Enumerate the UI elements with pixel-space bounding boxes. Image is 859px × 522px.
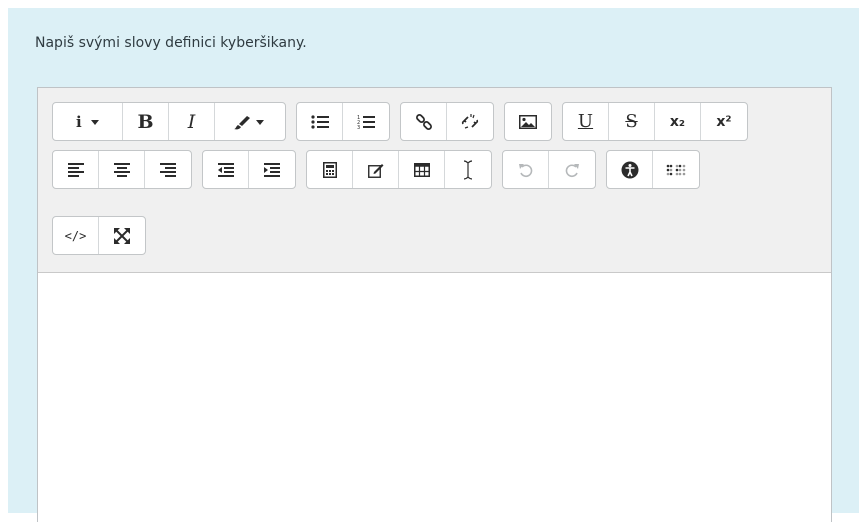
question-panel: Napiš svými slovy definici kyberšikany. … — [8, 8, 859, 522]
outdent-icon — [217, 162, 234, 177]
undo-button[interactable] — [503, 151, 549, 188]
group-image — [504, 102, 552, 141]
bullet-list-button[interactable] — [297, 103, 343, 140]
unlink-icon — [461, 113, 479, 131]
braille-button[interactable] — [653, 151, 699, 188]
svg-text:3: 3 — [357, 125, 360, 130]
group-style: i B I — [52, 102, 286, 141]
accessibility-checker-button[interactable] — [607, 151, 653, 188]
info-icon: i — [73, 115, 103, 129]
insert-image-button[interactable] — [505, 103, 551, 140]
align-center-icon — [113, 162, 130, 177]
unlink-button[interactable] — [447, 103, 493, 140]
paragraph-style-button[interactable]: i — [53, 103, 123, 140]
group-align — [52, 150, 192, 189]
group-misc: </> — [52, 216, 146, 255]
group-format: U S x₂ x² — [562, 102, 748, 141]
expand-icon — [114, 227, 130, 244]
redo-button[interactable] — [549, 151, 595, 188]
table-button[interactable] — [399, 151, 445, 188]
text-cursor-icon — [463, 159, 473, 180]
question-text: Napiš svými slovy definici kyberšikany. — [35, 35, 307, 51]
braille-icon — [666, 164, 686, 176]
accessibility-icon — [621, 161, 639, 179]
pencil-square-icon — [367, 162, 384, 178]
align-left-button[interactable] — [53, 151, 99, 188]
group-history — [502, 150, 596, 189]
unordered-list-icon — [310, 114, 329, 129]
align-right-button[interactable] — [145, 151, 191, 188]
outdent-button[interactable] — [203, 151, 249, 188]
fullscreen-button[interactable] — [99, 217, 145, 254]
toolbar-row-3: </> — [52, 216, 156, 255]
html-source-button[interactable]: </> — [53, 217, 99, 254]
superscript-button[interactable]: x² — [701, 103, 747, 140]
bold-button[interactable]: B — [123, 103, 169, 140]
editor-content-area[interactable] — [38, 273, 831, 522]
cursor-button[interactable] — [445, 151, 491, 188]
align-left-icon — [67, 162, 84, 177]
image-icon — [519, 114, 537, 129]
svg-text:i: i — [76, 115, 82, 129]
group-accessibility — [606, 150, 700, 189]
edit-button[interactable] — [353, 151, 399, 188]
group-insert — [306, 150, 492, 189]
indent-icon — [264, 162, 280, 177]
rich-text-editor: i B I 1 2 3 U S x₂ x² </> — [37, 87, 832, 522]
link-icon — [415, 113, 433, 131]
subscript-button[interactable]: x₂ — [655, 103, 701, 140]
link-button[interactable] — [401, 103, 447, 140]
align-right-icon — [160, 162, 176, 177]
group-lists: 1 2 3 — [296, 102, 390, 141]
numbered-list-button[interactable]: 1 2 3 — [343, 103, 389, 140]
italic-button[interactable]: I — [169, 103, 215, 140]
editor-toolbar: i B I 1 2 3 U S x₂ x² </> — [38, 88, 831, 273]
underline-button[interactable]: U — [563, 103, 609, 140]
align-center-button[interactable] — [99, 151, 145, 188]
calculator-icon — [322, 161, 337, 178]
table-icon — [413, 162, 430, 177]
text-color-button[interactable] — [215, 103, 285, 140]
indent-button[interactable] — [249, 151, 295, 188]
equation-button[interactable] — [307, 151, 353, 188]
undo-icon — [518, 162, 534, 178]
paint-brush-icon — [233, 114, 267, 130]
redo-icon — [564, 162, 580, 178]
toolbar-row-2 — [52, 150, 710, 189]
group-links — [400, 102, 494, 141]
strikethrough-button[interactable]: S — [609, 103, 655, 140]
group-indent — [202, 150, 296, 189]
toolbar-row-1: i B I 1 2 3 U S x₂ x² — [52, 102, 758, 141]
ordered-list-icon: 1 2 3 — [357, 114, 375, 130]
